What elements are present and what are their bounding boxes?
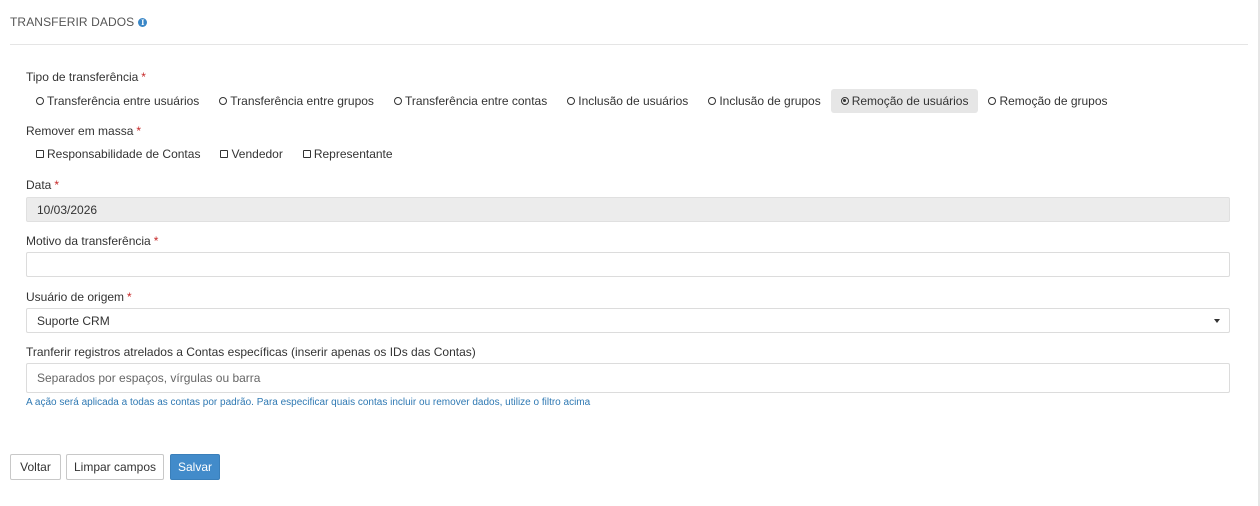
checkbox-responsabilidade-contas[interactable]: Responsabilidade de Contas: [26, 147, 210, 161]
tipo-label-text: Tipo de transferência: [26, 70, 139, 84]
radio-label: Transferência entre grupos: [230, 94, 374, 108]
radio-icon: [36, 97, 44, 105]
checkbox-icon: [302, 150, 311, 158]
radio-icon: [219, 97, 228, 105]
radio-icon: [988, 97, 997, 105]
checkbox-vendedor[interactable]: Vendedor: [210, 147, 292, 161]
radio-icon: [567, 97, 576, 105]
checkbox-icon: [220, 150, 229, 158]
limpar-campos-button[interactable]: Limpar campos: [66, 454, 164, 480]
radio-transferencia-usuarios[interactable]: Transferência entre usuários: [26, 89, 209, 113]
page-title: TRANSFERIR DADOS i: [10, 15, 148, 29]
radio-inclusao-grupos[interactable]: Inclusão de grupos: [698, 89, 830, 113]
usuario-label: Usuário de origem *: [26, 290, 132, 304]
required-mark: *: [141, 70, 146, 84]
radio-transferencia-contas[interactable]: Transferência entre contas: [384, 89, 557, 113]
remover-checkbox-group: Responsabilidade de Contas Vendedor Repr…: [26, 146, 403, 162]
radio-remocao-usuarios[interactable]: Remoção de usuários: [830, 89, 979, 113]
voltar-button[interactable]: Voltar: [10, 454, 61, 480]
radio-label: Remoção de usuários: [851, 94, 969, 108]
remover-label-text: Remover em massa: [26, 124, 134, 138]
checkbox-label: Responsabilidade de Contas: [47, 147, 201, 161]
contas-label-text: Tranferir registros atrelados a Contas e…: [26, 345, 476, 359]
radio-icon: [708, 97, 717, 105]
date-value: 10/03/2026: [37, 202, 98, 217]
data-label: Data *: [26, 178, 59, 192]
motivo-label: Motivo da transferência *: [26, 234, 158, 248]
info-icon[interactable]: i: [138, 17, 148, 27]
data-label-text: Data: [26, 178, 52, 192]
required-mark: *: [54, 178, 60, 192]
motivo-label-text: Motivo da transferência: [26, 234, 151, 248]
checkbox-label: Representante: [313, 147, 393, 161]
page-header: TRANSFERIR DADOS i: [10, 13, 1248, 45]
radio-label: Inclusão de usuários: [578, 94, 689, 108]
radio-selected-icon: [840, 97, 849, 105]
required-mark: *: [153, 234, 159, 248]
required-mark: *: [127, 290, 132, 304]
checkbox-representante[interactable]: Representante: [293, 147, 403, 161]
radio-inclusao-usuarios[interactable]: Inclusão de usuários: [557, 89, 698, 113]
usuario-label-text: Usuário de origem: [26, 290, 125, 304]
radio-label: Transferência entre contas: [404, 94, 548, 108]
remover-label: Remover em massa *: [26, 124, 141, 138]
contas-ids-input[interactable]: Separados por espaços, vírgulas ou barra: [26, 363, 1230, 393]
date-field: 10/03/2026: [26, 197, 1230, 222]
contas-hint: A ação será aplicada a todas as contas p…: [26, 397, 591, 408]
radio-remocao-grupos[interactable]: Remoção de grupos: [978, 89, 1117, 113]
page-title-text: TRANSFERIR DADOS: [10, 15, 135, 29]
contas-placeholder: Separados por espaços, vírgulas ou barra: [37, 371, 261, 385]
checkbox-icon: [36, 150, 44, 158]
radio-transferencia-grupos[interactable]: Transferência entre grupos: [209, 89, 384, 113]
tipo-radio-group: Transferência entre usuários Transferênc…: [26, 89, 1118, 113]
contas-label: Tranferir registros atrelados a Contas e…: [26, 345, 476, 359]
usuario-origem-select[interactable]: Suporte CRM: [26, 308, 1230, 333]
radio-label: Remoção de grupos: [999, 94, 1108, 108]
radio-label: Inclusão de grupos: [719, 94, 821, 108]
usuario-selected-value: Suporte CRM: [37, 313, 110, 328]
required-mark: *: [136, 124, 142, 138]
motivo-input[interactable]: [26, 252, 1230, 277]
chevron-down-icon: [1214, 319, 1220, 323]
salvar-button[interactable]: Salvar: [170, 454, 220, 480]
checkbox-label: Vendedor: [231, 147, 283, 161]
radio-icon: [393, 97, 402, 105]
tipo-label: Tipo de transferência *: [26, 70, 146, 84]
radio-label: Transferência entre usuários: [47, 94, 200, 108]
